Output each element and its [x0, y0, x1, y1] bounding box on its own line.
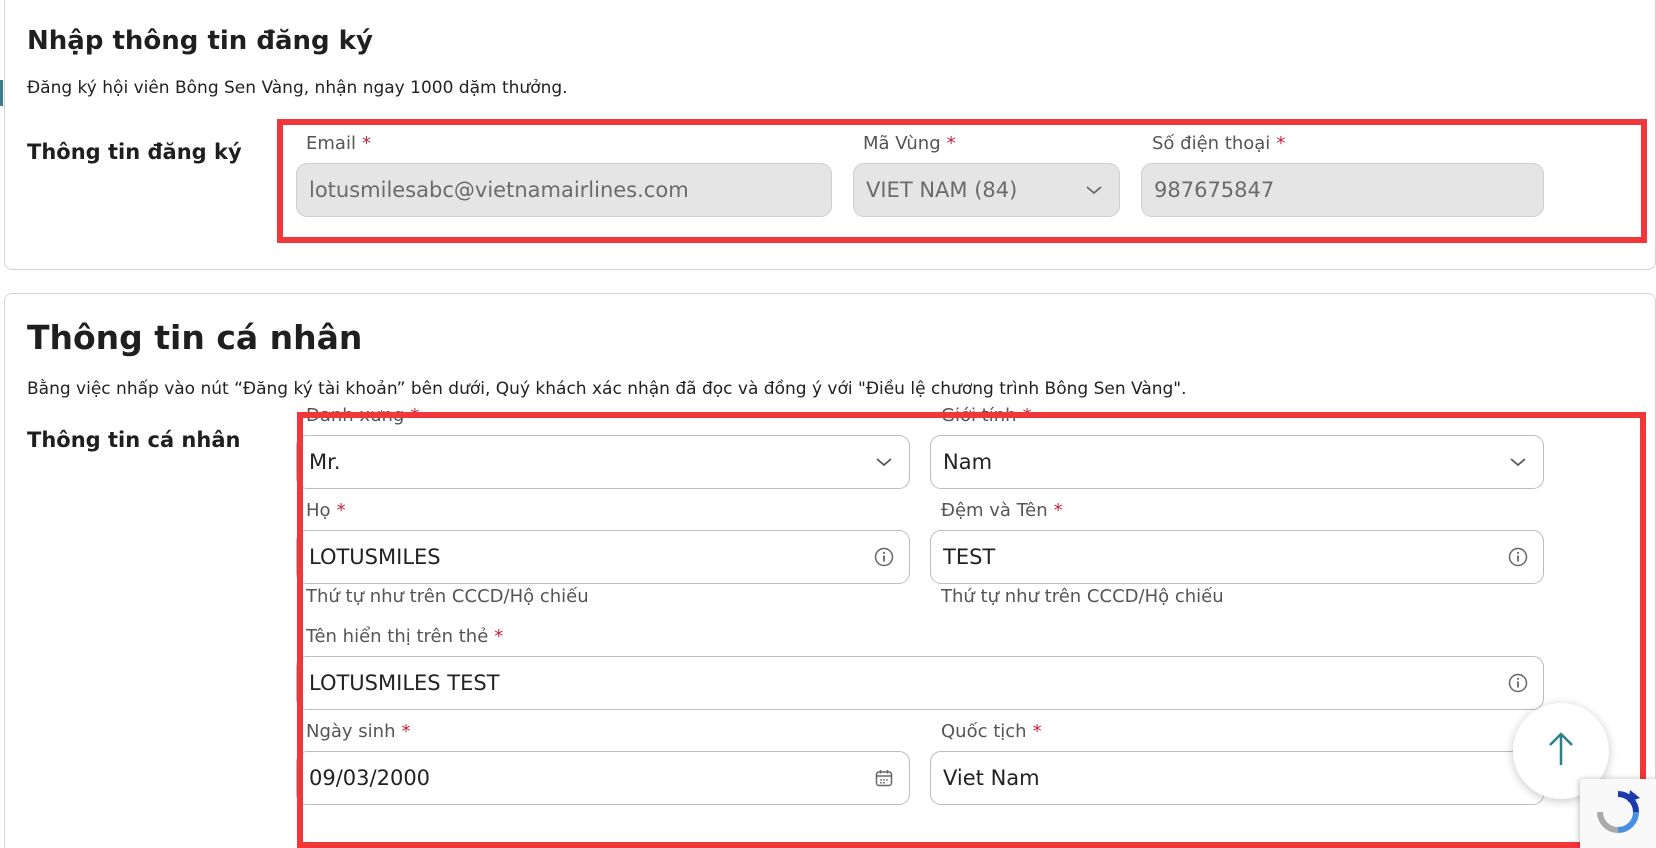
- personal-section-label: Thông tin cá nhân: [27, 428, 241, 452]
- registration-section-label: Thông tin đăng ký: [27, 140, 242, 164]
- registration-highlight-box: [277, 119, 1647, 243]
- recaptcha-icon: [1594, 788, 1642, 840]
- personal-title: Thông tin cá nhân: [27, 318, 363, 357]
- recaptcha-badge[interactable]: [1580, 779, 1656, 848]
- registration-description: Đăng ký hội viên Bông Sen Vàng, nhận nga…: [27, 78, 568, 98]
- arrow-up-icon: [1546, 731, 1576, 771]
- registration-title: Nhập thông tin đăng ký: [27, 26, 373, 56]
- personal-description: Bằng việc nhấp vào nút “Đăng ký tài khoả…: [27, 379, 1187, 399]
- left-accent-bar: [0, 80, 3, 106]
- personal-highlight-box: [297, 412, 1646, 848]
